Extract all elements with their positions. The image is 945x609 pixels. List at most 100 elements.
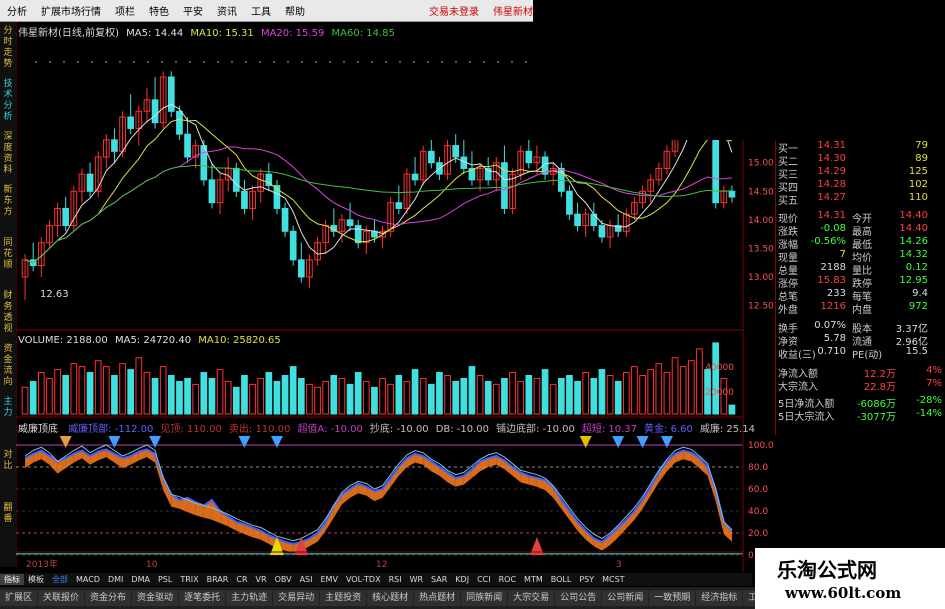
function-tab-5[interactable]: 主力轨迹 bbox=[226, 590, 273, 606]
top-marker bbox=[636, 436, 649, 448]
function-tab-13[interactable]: 公司新闻 bbox=[602, 590, 649, 606]
indicator-tab-17[interactable]: SAR bbox=[427, 575, 451, 584]
function-tab-10[interactable]: 同族新闻 bbox=[461, 590, 508, 606]
signal-dot bbox=[455, 61, 457, 63]
volume-bar bbox=[663, 372, 671, 415]
function-tab-15[interactable]: 经济指标 bbox=[696, 590, 743, 606]
volume-bar bbox=[728, 404, 736, 415]
function-tab-2[interactable]: 资金分布 bbox=[85, 590, 132, 606]
volume-bar bbox=[54, 369, 61, 415]
indicator-tick-label: 80.0 bbox=[748, 463, 768, 473]
indicator-tab-6[interactable]: PSL bbox=[154, 575, 176, 584]
volume-bar bbox=[379, 377, 386, 415]
volume-chart-header: VOLUME: 2188.00 MA5: 24720.40 MA10: 2582… bbox=[18, 335, 281, 346]
candle-body bbox=[281, 207, 289, 232]
left-tab-2[interactable]: 深度资料 bbox=[1, 132, 15, 176]
volume-bar bbox=[622, 372, 630, 415]
indicator-tick-label: 40.0 bbox=[748, 507, 768, 517]
menu-extended-market[interactable]: 扩展市场行情 bbox=[34, 3, 108, 18]
quote-row: 涨停 15.83 跌停 12.95 bbox=[776, 275, 945, 290]
indicator-tab-4[interactable]: DMI bbox=[104, 575, 127, 584]
watermark: 乐淘公式网 www.60lt.com bbox=[755, 548, 945, 609]
indicator-tab-21[interactable]: MTM bbox=[520, 575, 547, 584]
indicator-tab-3[interactable]: MACD bbox=[72, 575, 104, 584]
price-chart-header: 伟星新材(日线,前复权) MA5: 14.44 MA10: 15.31 MA20… bbox=[18, 28, 395, 39]
function-tab-6[interactable]: 交易异动 bbox=[273, 590, 320, 606]
signal-dot bbox=[357, 61, 359, 63]
volume-bar bbox=[127, 369, 135, 415]
signal-dot bbox=[511, 61, 513, 63]
volume-bar bbox=[306, 383, 313, 415]
indicator-tab-22[interactable]: BOLL bbox=[547, 575, 576, 584]
candle-body bbox=[411, 173, 419, 181]
function-tab-7[interactable]: 主题投资 bbox=[320, 590, 367, 606]
volume-bar bbox=[679, 366, 687, 415]
indicator-tab-18[interactable]: KDJ bbox=[451, 575, 473, 584]
left-tab-7[interactable]: 主力 bbox=[1, 397, 15, 419]
quote-row: 净资 5.78 流通 2.96亿 bbox=[776, 333, 945, 348]
indicator-tab-19[interactable]: CCI bbox=[473, 575, 495, 584]
signal-dot bbox=[399, 61, 401, 63]
login-status[interactable]: 交易未登录 bbox=[422, 3, 486, 18]
menu-pingan[interactable]: 平安 bbox=[176, 3, 210, 18]
signal-dot bbox=[147, 61, 149, 63]
indicator-tab-5[interactable]: DMA bbox=[127, 575, 154, 584]
function-tab-11[interactable]: 大宗交易 bbox=[508, 590, 555, 606]
left-tab-0[interactable]: 分时走势 bbox=[1, 26, 15, 70]
indicator-tab-0[interactable]: 指标 bbox=[0, 574, 24, 585]
function-tab-3[interactable]: 资金驱动 bbox=[132, 590, 179, 606]
indicator-tab-23[interactable]: PSY bbox=[575, 575, 598, 584]
signal-dot bbox=[203, 61, 205, 63]
indicator-value-9: 威廉: 25.14 bbox=[699, 424, 756, 435]
volume-bar bbox=[151, 377, 159, 415]
top-marker bbox=[660, 436, 673, 448]
function-tab-0[interactable]: 扩展区 bbox=[0, 590, 38, 606]
left-tab-6[interactable]: 资金流向 bbox=[1, 344, 15, 388]
function-tab-12[interactable]: 公司公告 bbox=[555, 590, 602, 606]
function-tab-8[interactable]: 核心题材 bbox=[367, 590, 414, 606]
function-tab-14[interactable]: 一致预期 bbox=[649, 590, 696, 606]
redaction-box bbox=[312, 285, 630, 325]
indicator-tab-24[interactable]: MCST bbox=[598, 575, 628, 584]
quote-row: 现价 14.31 今开 14.40 bbox=[776, 210, 945, 225]
price-tick-label: 13.50 bbox=[748, 244, 774, 254]
indicator-tab-13[interactable]: EMV bbox=[317, 575, 342, 584]
indicator-tab-16[interactable]: WR bbox=[406, 575, 427, 584]
menu-columns[interactable]: 项栏 bbox=[108, 3, 142, 18]
indicator-value-1: 见顶: 110.00 bbox=[160, 424, 222, 435]
menu-help[interactable]: 帮助 bbox=[278, 3, 312, 18]
indicator-tab-14[interactable]: VOL-TDX bbox=[342, 575, 385, 584]
menu-tools[interactable]: 工具 bbox=[244, 3, 278, 18]
function-tab-4[interactable]: 逐笔委托 bbox=[179, 590, 226, 606]
stock-name-title: 伟星新材 bbox=[493, 7, 533, 18]
function-tab-1[interactable]: 关联报价 bbox=[38, 590, 85, 606]
indicator-tab-2[interactable]: 全部 bbox=[48, 574, 72, 585]
indicator-tab-20[interactable]: ROC bbox=[495, 575, 520, 584]
indicator-tab-1[interactable]: 模板 bbox=[24, 574, 48, 585]
left-tab-9[interactable]: 翻番 bbox=[1, 503, 15, 525]
menu-features[interactable]: 特色 bbox=[142, 3, 176, 18]
indicator-tab-7[interactable]: TRIX bbox=[176, 575, 202, 584]
menu-analysis[interactable]: 分析 bbox=[0, 3, 34, 18]
volume-bars bbox=[21, 342, 736, 415]
function-tab-9[interactable]: 热点题材 bbox=[414, 590, 461, 606]
indicator-tab-9[interactable]: CR bbox=[232, 575, 251, 584]
indicator-tab-15[interactable]: RSI bbox=[385, 575, 406, 584]
left-tab-4[interactable]: 同花顺 bbox=[1, 238, 15, 271]
left-tab-1[interactable]: 技术分析 bbox=[1, 79, 15, 123]
indicator-tab-8[interactable]: BRAR bbox=[203, 575, 233, 584]
candle-body bbox=[427, 150, 435, 164]
left-tab-3[interactable]: 新东方 bbox=[1, 185, 15, 218]
volume-bar bbox=[557, 377, 565, 415]
volume-bar bbox=[249, 383, 256, 415]
left-tab-8[interactable]: 对比 bbox=[1, 450, 15, 472]
quote-row: 净流入额 12.2万 4% bbox=[776, 365, 945, 380]
signal-dot bbox=[329, 61, 331, 63]
indicator-tab-12[interactable]: ASI bbox=[296, 575, 317, 584]
indicator-tab-11[interactable]: OBV bbox=[271, 575, 296, 584]
quote-row: 买一 14.31 79 bbox=[776, 140, 945, 155]
candle-body bbox=[452, 145, 460, 158]
menu-news[interactable]: 资讯 bbox=[210, 3, 244, 18]
indicator-tab-10[interactable]: VR bbox=[252, 575, 271, 584]
left-tab-5[interactable]: 财务透视 bbox=[1, 291, 15, 335]
